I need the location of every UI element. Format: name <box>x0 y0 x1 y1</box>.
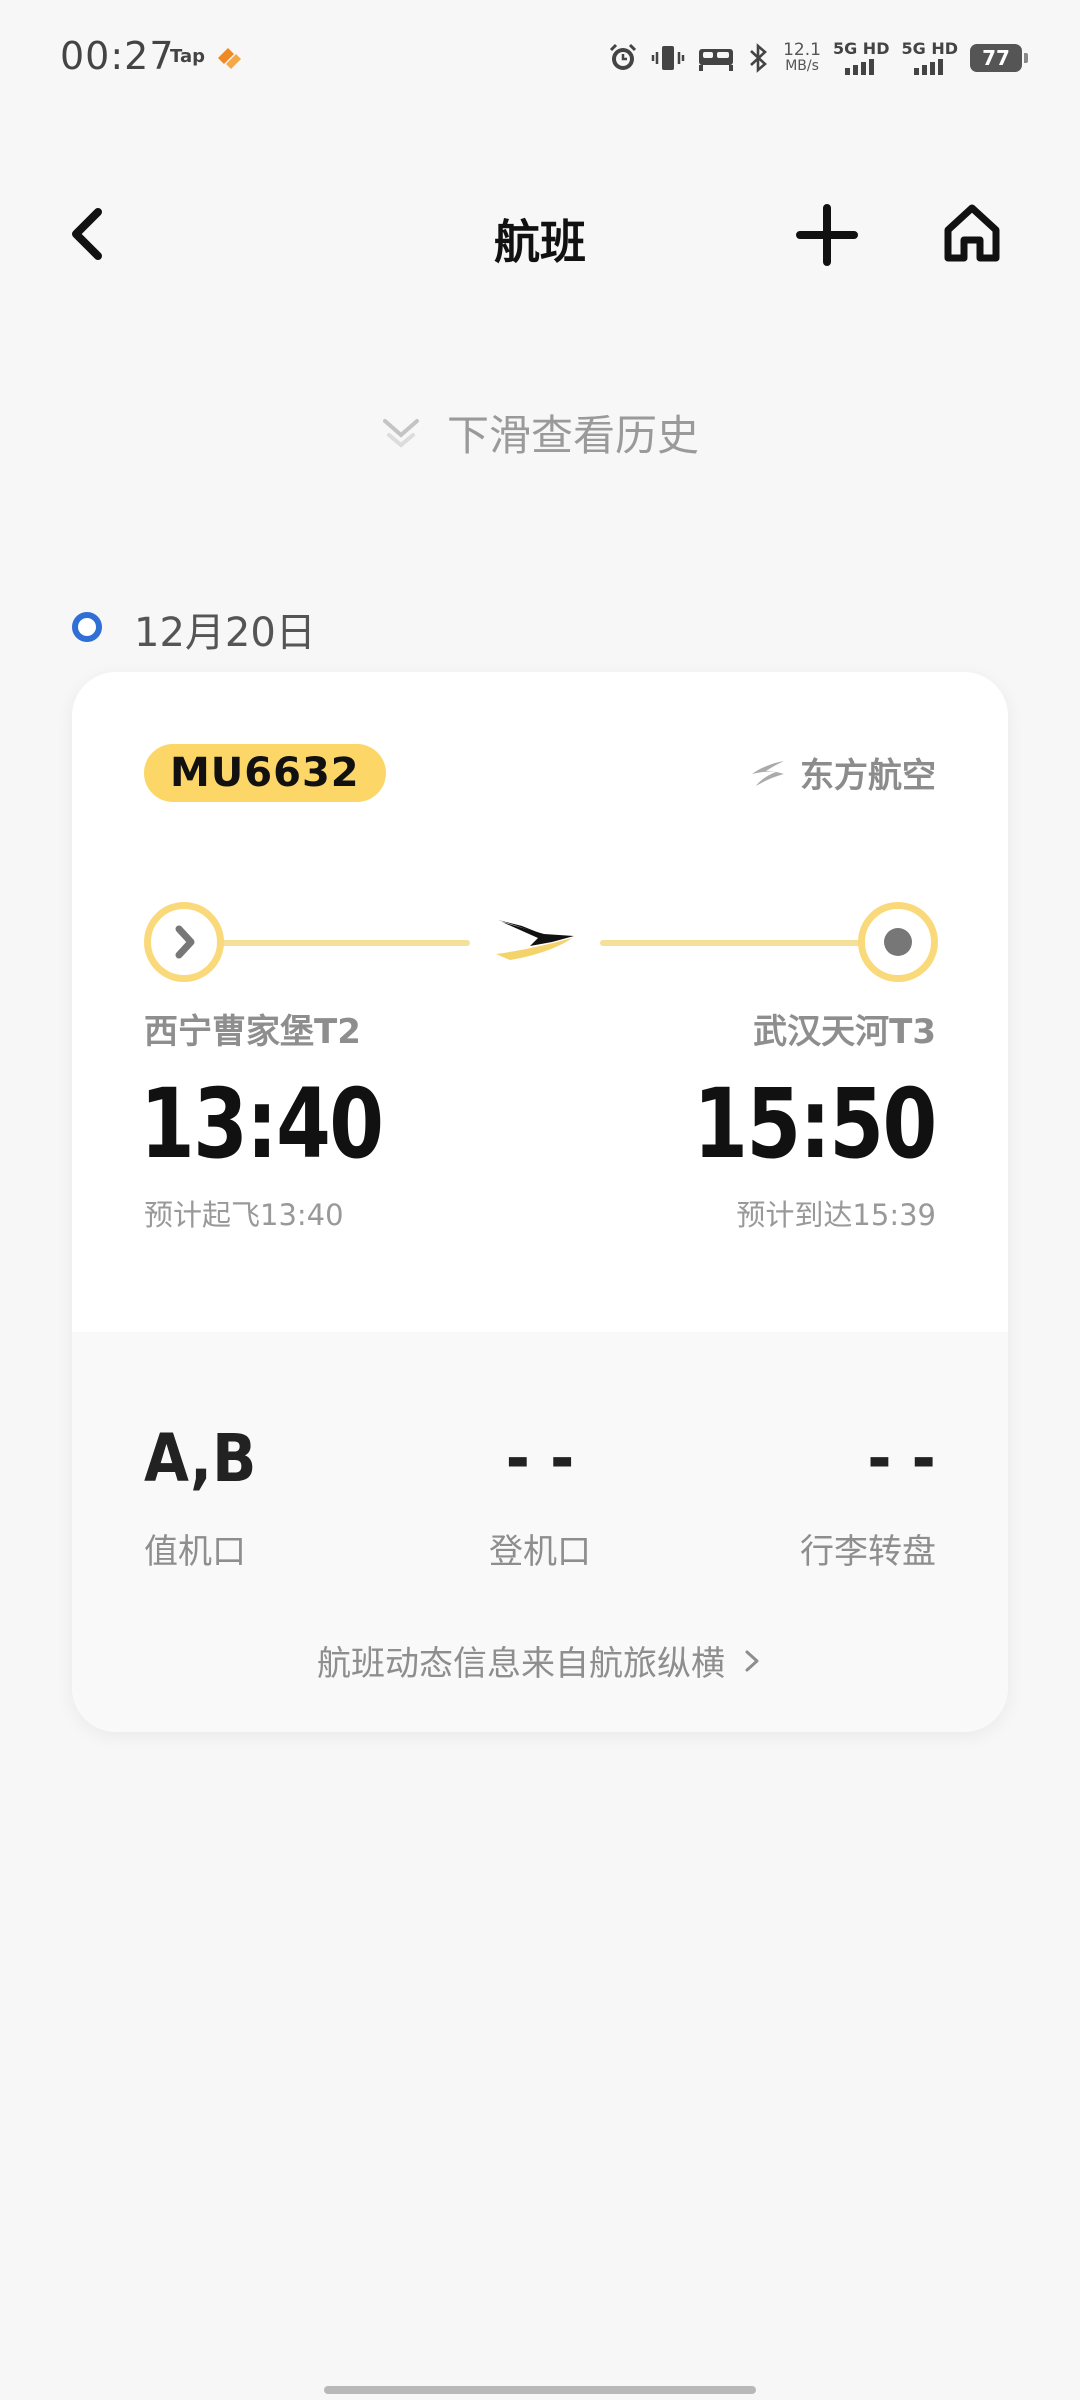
app-notification-icon <box>218 48 241 69</box>
estimated-departure: 预计起飞13:40 <box>144 1198 344 1232</box>
home-icon[interactable] <box>940 200 1004 266</box>
airplane-icon <box>496 920 574 960</box>
status-icons: 12.1 MB/s 5G HD 5G HD 77 <box>607 36 1028 80</box>
destination-dot-icon <box>884 928 912 956</box>
sleep-mode-icon <box>699 49 734 71</box>
flight-card[interactable]: MU6632 东方航空 西宁曹家堡T2 武汉天河T3 13:40 15:50 预… <box>72 672 1008 1732</box>
signal-bars-icon <box>845 59 875 75</box>
route-line-arrival <box>600 940 862 946</box>
estimated-arrival: 预计到达15:39 <box>736 1198 936 1232</box>
sim1-signal: 5G HD <box>832 39 890 75</box>
status-time: 00:27 <box>60 34 175 78</box>
airline-logo-icon <box>752 760 784 786</box>
network-speed: 12.1 MB/s <box>783 40 821 75</box>
chevron-right-icon <box>745 1650 759 1671</box>
departure-airport: 西宁曹家堡T2 <box>144 1012 361 1052</box>
gate-value: - - <box>505 1420 575 1497</box>
status-tap-label: Tap <box>170 46 205 67</box>
data-source-link[interactable]: 航班动态信息来自航旅纵横 <box>72 1636 1008 1685</box>
signal-bars-icon <box>913 59 943 75</box>
sim1-label: 5G HD <box>832 39 890 58</box>
page-title: 航班 <box>494 215 586 269</box>
airline: 东方航空 <box>750 748 936 797</box>
battery-indicator: 77 <box>970 44 1028 72</box>
pull-history-hint[interactable]: 下滑查看历史 <box>0 402 1080 463</box>
pull-hint-label: 下滑查看历史 <box>446 411 699 460</box>
flight-number-badge: MU6632 <box>144 744 386 802</box>
chevron-right-icon <box>175 925 195 959</box>
vibrate-icon <box>651 46 685 70</box>
network-speed-value: 12.1 <box>783 40 821 60</box>
date-marker <box>72 612 102 642</box>
bluetooth-icon <box>750 43 768 73</box>
arrival-marker <box>858 902 938 982</box>
data-source-label: 航班动态信息来自航旅纵横 <box>317 1644 725 1684</box>
baggage-carousel-label: 行李转盘 <box>800 1532 936 1572</box>
departure-time: 13:40 <box>140 1068 384 1180</box>
arrival-airport: 武汉天河T3 <box>753 1012 936 1052</box>
route-line-departure <box>220 940 470 946</box>
sim2-label: 5G HD <box>901 39 958 58</box>
arrival-time: 15:50 <box>693 1068 938 1180</box>
chevron-down-icon <box>382 418 419 448</box>
sim2-signal: 5G HD <box>901 41 958 75</box>
status-bar: 00:27 Tap 12.1 MB/s 5G HD 5G HD 77 <box>0 0 1080 118</box>
alarm-icon <box>610 43 637 70</box>
date-label: 12月20日 <box>134 610 316 656</box>
add-icon[interactable] <box>796 204 858 266</box>
baggage-carousel-value: - - <box>867 1420 936 1497</box>
network-speed-unit: MB/s <box>785 58 819 74</box>
airline-name: 东方航空 <box>800 756 936 796</box>
departure-marker <box>144 902 224 982</box>
home-indicator[interactable] <box>324 2386 756 2394</box>
